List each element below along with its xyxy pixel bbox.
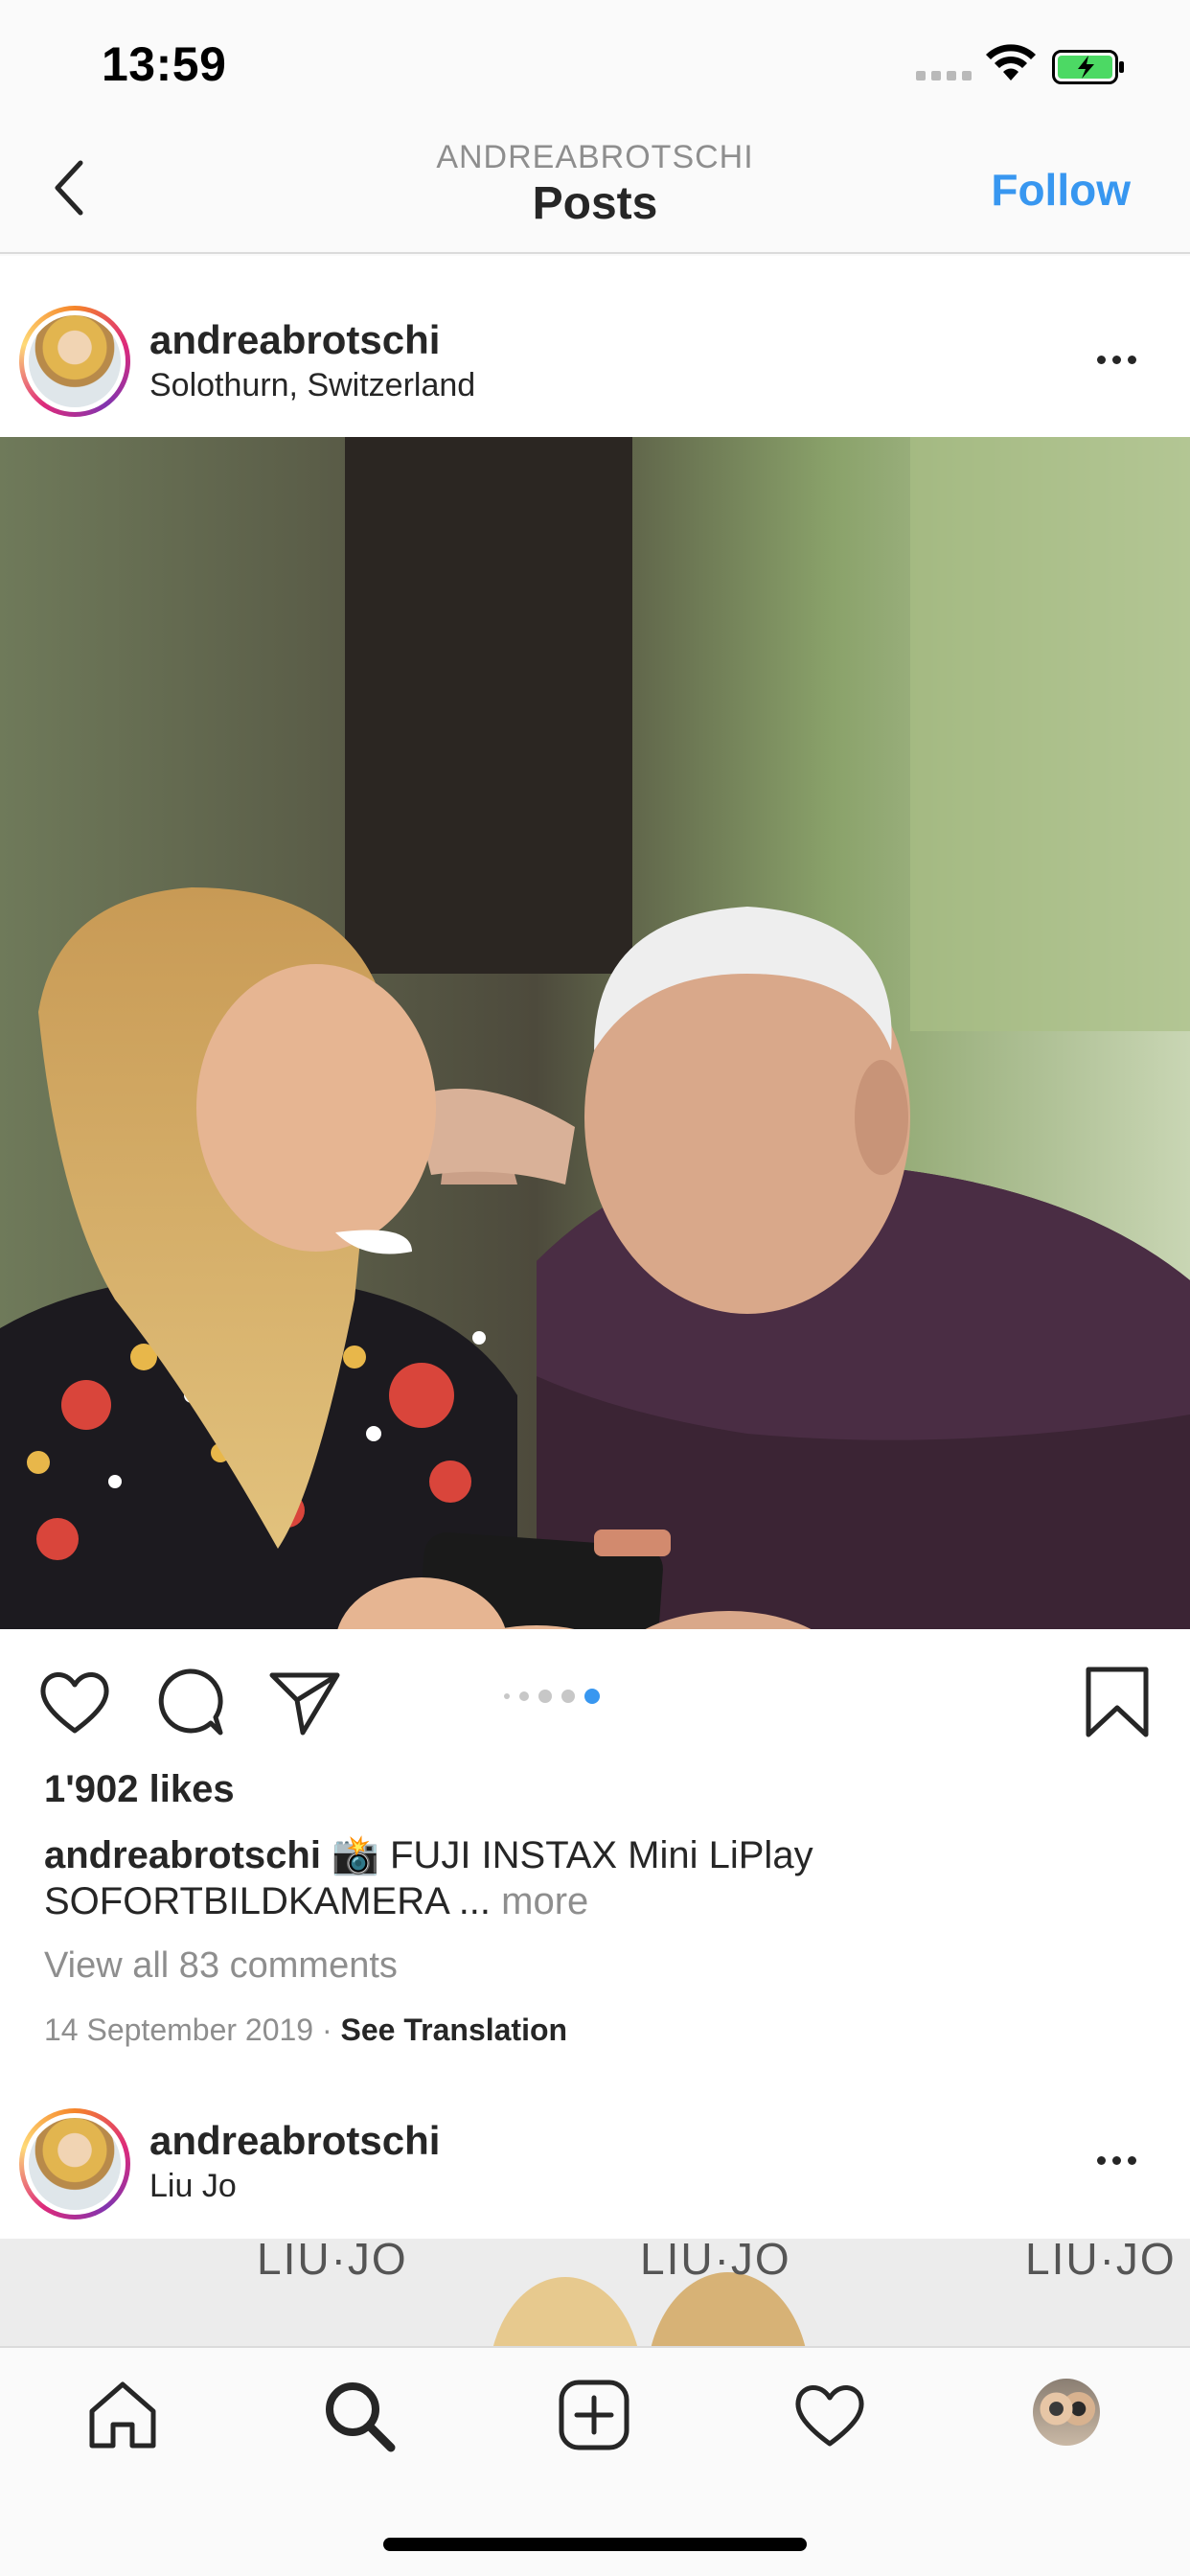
more-options-icon[interactable] xyxy=(1097,2156,1136,2165)
cellular-signal-icon xyxy=(916,71,972,80)
banner-text: LIU·JO xyxy=(640,2234,791,2284)
post-caption: andreabrotschi 📸 FUJI INSTAX Mini LiPlay… xyxy=(44,1832,1117,1924)
view-all-comments-link[interactable]: View all 83 comments xyxy=(44,1945,398,1987)
date-separator: · xyxy=(313,2012,341,2047)
post-username[interactable]: andreabrotschi xyxy=(149,317,440,363)
post-photo-2[interactable] xyxy=(0,2239,1190,2346)
home-indicator[interactable] xyxy=(383,2538,807,2551)
post-location[interactable]: Solothurn, Switzerland xyxy=(149,367,475,404)
avatar[interactable] xyxy=(19,2108,130,2220)
post-date-line: 14 September 2019 · See Translation xyxy=(44,2012,567,2048)
more-options-icon[interactable] xyxy=(1097,356,1136,364)
banner-text: LIU·JO xyxy=(1025,2234,1177,2284)
avatar[interactable] xyxy=(19,306,130,417)
post-location[interactable]: Liu Jo xyxy=(149,2168,237,2205)
post-date: 14 September 2019 xyxy=(44,2012,314,2047)
status-bar: 13:59 xyxy=(0,0,1190,129)
caption-more-link[interactable]: more xyxy=(501,1880,588,1922)
status-time: 13:59 xyxy=(102,37,227,91)
see-translation-link[interactable]: See Translation xyxy=(341,2012,568,2047)
banner-text: LIU·JO xyxy=(257,2234,408,2284)
bookmark-icon[interactable] xyxy=(1079,1664,1156,1740)
battery-charging-icon xyxy=(1052,50,1124,84)
navigation-header: ANDREABROTSCHI Posts Follow xyxy=(0,129,1190,254)
likes-count[interactable]: 1'902 likes xyxy=(44,1768,235,1811)
wifi-icon xyxy=(986,44,1036,80)
post-username[interactable]: andreabrotschi xyxy=(149,2118,440,2164)
activity-heart-icon[interactable] xyxy=(791,2377,868,2453)
comment-icon[interactable] xyxy=(151,1664,228,1740)
home-icon[interactable] xyxy=(84,2377,161,2453)
add-post-icon[interactable] xyxy=(556,2377,632,2453)
post-header-2: andreabrotschi Liu Jo xyxy=(0,2057,1190,2239)
post-photo[interactable] xyxy=(0,437,1190,1629)
caption-username[interactable]: andreabrotschi xyxy=(44,1834,321,1876)
post-header: andreabrotschi Solothurn, Switzerland xyxy=(0,256,1190,438)
profile-avatar[interactable] xyxy=(1033,2379,1100,2446)
search-icon[interactable] xyxy=(320,2377,397,2453)
follow-button[interactable]: Follow xyxy=(991,164,1131,216)
post-photo-image xyxy=(0,437,1190,1629)
heart-icon[interactable] xyxy=(36,1664,113,1740)
send-icon[interactable] xyxy=(266,1664,343,1740)
carousel-indicator xyxy=(504,1689,600,1704)
